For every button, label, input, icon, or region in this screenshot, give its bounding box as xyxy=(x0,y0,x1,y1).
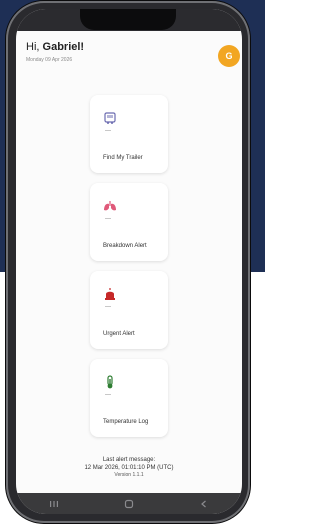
card-divider xyxy=(105,394,111,395)
urgent-alert-card[interactable]: Urgent Alert xyxy=(90,271,168,349)
last-alert-time: 12 Mar 2026, 01:01:10 PM (UTC) xyxy=(84,465,174,471)
find-my-trailer-card[interactable]: Find My Trailer xyxy=(90,95,168,173)
volume-up-button xyxy=(9,111,13,151)
greeting-prefix: Hi, xyxy=(26,41,40,53)
greeting: Hi, Gabriel! xyxy=(26,41,84,53)
notch xyxy=(80,9,176,30)
card-divider xyxy=(105,306,111,307)
recent-apps-icon[interactable] xyxy=(44,497,64,511)
home-icon[interactable] xyxy=(119,497,139,511)
system-nav-bar xyxy=(16,493,242,514)
breakdown-alert-card[interactable]: Breakdown Alert xyxy=(90,183,168,261)
card-label: Breakdown Alert xyxy=(103,243,147,249)
card-label: Temperature Log xyxy=(103,419,149,425)
phone-screen: Hi, Gabriel! Monday 09 Apr 2026 G Find M… xyxy=(16,9,242,514)
last-alert-label: Last alert message: xyxy=(102,457,156,463)
card-divider xyxy=(105,218,111,219)
temperature-log-card[interactable]: Temperature Log xyxy=(90,359,168,437)
thermometer-icon xyxy=(107,375,113,389)
card-label: Find My Trailer xyxy=(103,155,143,161)
power-button xyxy=(9,207,13,245)
user-name: Gabriel! xyxy=(42,41,85,53)
version-label: Version 1.1.1 xyxy=(114,472,144,478)
avatar[interactable]: G xyxy=(218,45,240,67)
card-divider xyxy=(105,130,111,131)
lungs-icon xyxy=(104,201,116,211)
date-line: Monday 09 Apr 2026 xyxy=(26,57,73,63)
stage: Hi, Gabriel! Monday 09 Apr 2026 G Find M… xyxy=(0,0,265,529)
card-label: Urgent Alert xyxy=(103,331,135,337)
siren-icon xyxy=(105,288,115,300)
trailer-icon xyxy=(104,112,116,124)
volume-down-button xyxy=(9,161,13,199)
back-icon[interactable] xyxy=(194,497,214,511)
footer: Last alert message: 12 Mar 2026, 01:01:1… xyxy=(16,456,242,479)
